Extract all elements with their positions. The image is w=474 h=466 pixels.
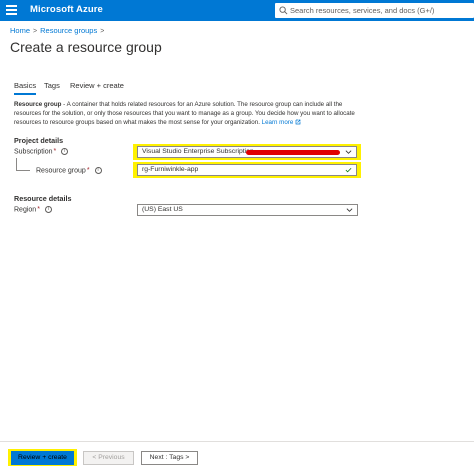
- redaction-mark: [246, 150, 340, 155]
- top-bar: Microsoft Azure Search resources, servic…: [0, 0, 474, 21]
- hamburger-menu-icon[interactable]: [6, 5, 17, 16]
- footer-divider: [0, 441, 474, 442]
- info-icon[interactable]: i: [94, 167, 102, 174]
- region-value: (US) East US: [142, 206, 183, 213]
- description-body: - A container that holds related resourc…: [14, 101, 355, 126]
- required-marker: *: [53, 148, 57, 156]
- region-label: Region* i: [14, 206, 52, 213]
- search-placeholder: Search resources, services, and docs (G+…: [290, 5, 435, 15]
- learn-more-link[interactable]: Learn more: [262, 119, 294, 126]
- page-title: Create a resource group: [10, 39, 162, 55]
- project-details-header: Project details: [14, 136, 64, 145]
- region-dropdown[interactable]: (US) East US: [137, 204, 358, 216]
- search-icon: [279, 6, 288, 15]
- tree-connector: [16, 158, 30, 171]
- tab-basics[interactable]: Basics: [14, 81, 36, 90]
- description-term: Resource group: [14, 101, 62, 108]
- more-options-icon[interactable]: ···: [150, 41, 162, 51]
- global-search-input[interactable]: Search resources, services, and docs (G+…: [275, 3, 474, 18]
- subscription-dropdown[interactable]: Visual Studio Enterprise Subscription: [137, 146, 357, 158]
- subscription-label-text: Subscription: [14, 148, 53, 156]
- chevron-right-icon: >: [33, 28, 38, 35]
- resource-group-label-text: Resource group: [36, 167, 86, 175]
- brand-title[interactable]: Microsoft Azure: [30, 4, 103, 15]
- tab-tags[interactable]: Tags: [44, 81, 60, 90]
- resource-group-input[interactable]: rg-Furniwinkle-app: [137, 164, 357, 176]
- review-create-button[interactable]: Review + create: [11, 451, 74, 465]
- resource-group-value: rg-Furniwinkle-app: [142, 166, 199, 173]
- resource-details-header: Resource details: [14, 194, 72, 203]
- resource-group-label: Resource group* i: [36, 167, 102, 174]
- chevron-right-icon: >: [100, 28, 105, 35]
- chevron-down-icon: [345, 150, 352, 154]
- required-marker: *: [86, 167, 90, 175]
- breadcrumb-resource-groups[interactable]: Resource groups: [40, 26, 97, 35]
- info-icon[interactable]: i: [61, 148, 69, 155]
- external-link-icon: [295, 120, 301, 125]
- tab-review-create[interactable]: Review + create: [70, 81, 124, 90]
- previous-button[interactable]: < Previous: [83, 451, 134, 465]
- subscription-value: Visual Studio Enterprise Subscription: [142, 148, 254, 155]
- breadcrumb: Home > Resource groups >: [10, 26, 107, 35]
- breadcrumb-home[interactable]: Home: [10, 26, 30, 35]
- next-tags-button[interactable]: Next : Tags >: [141, 451, 198, 465]
- check-icon: [345, 167, 352, 173]
- subscription-label: Subscription* i: [14, 148, 69, 156]
- required-marker: *: [37, 206, 40, 214]
- chevron-down-icon: [346, 208, 353, 212]
- info-icon[interactable]: i: [44, 206, 52, 213]
- region-label-text: Region: [14, 206, 37, 214]
- description-text: Resource group - A container that holds …: [14, 100, 359, 127]
- tab-selected-indicator: [14, 93, 36, 95]
